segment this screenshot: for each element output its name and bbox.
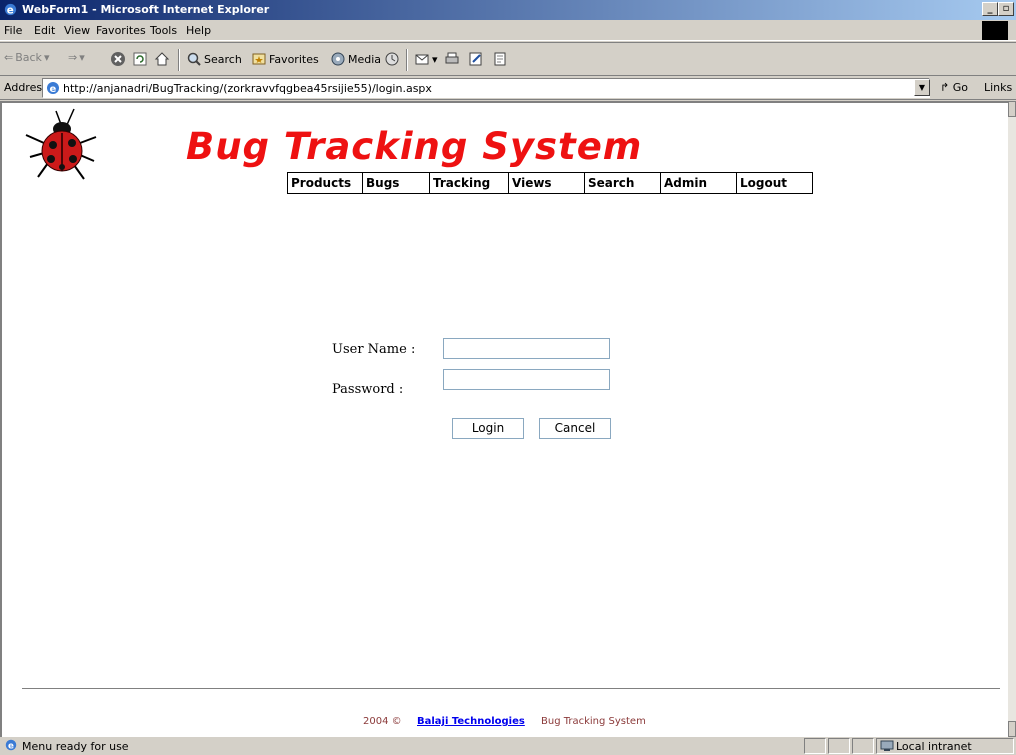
address-url: http://anjanadri/BugTracking/(zorkravvfq… bbox=[63, 82, 432, 95]
cancel-button[interactable]: Cancel bbox=[539, 418, 611, 439]
svg-text:e: e bbox=[7, 4, 14, 16]
media-button[interactable]: Media bbox=[330, 51, 381, 67]
menu-tools[interactable]: Tools bbox=[150, 24, 177, 37]
dropdown-arrow-icon: ▾ bbox=[79, 51, 85, 64]
go-button[interactable]: ↱ Go bbox=[940, 81, 968, 94]
intranet-icon bbox=[880, 740, 894, 751]
site-title: Bug Tracking System bbox=[186, 125, 643, 168]
window-title: WebForm1 - Microsoft Internet Explorer bbox=[22, 3, 270, 16]
windows-logo-icon bbox=[982, 21, 1008, 40]
password-label: Password : bbox=[332, 382, 404, 397]
password-input[interactable] bbox=[443, 369, 610, 390]
security-zone: Local intranet bbox=[896, 740, 972, 753]
menu-help[interactable]: Help bbox=[186, 24, 211, 37]
media-label: Media bbox=[348, 52, 382, 66]
refresh-icon bbox=[133, 52, 147, 66]
search-button[interactable]: Search bbox=[186, 51, 242, 67]
address-bar: Address e http://anjanadri/BugTracking/(… bbox=[0, 76, 1016, 100]
address-input[interactable]: e http://anjanadri/BugTracking/(zorkravv… bbox=[42, 78, 930, 98]
back-label: Back bbox=[15, 51, 42, 64]
favorites-button[interactable]: Favorites bbox=[251, 51, 319, 67]
minimize-button[interactable]: _ bbox=[982, 2, 998, 16]
print-button[interactable] bbox=[444, 51, 460, 67]
search-icon bbox=[187, 52, 201, 66]
maximize-button[interactable]: ▫ bbox=[998, 2, 1014, 16]
footer-divider bbox=[22, 688, 1000, 689]
toolbar: ⇐ Back ▾ ⇒ ▾ Search Favorites Media ▾ bbox=[0, 42, 1016, 76]
history-icon bbox=[385, 52, 399, 66]
login-button[interactable]: Login bbox=[452, 418, 524, 439]
footer-system-name: Bug Tracking System bbox=[541, 716, 646, 727]
status-message: Menu ready for use bbox=[22, 740, 129, 753]
page-icon: e bbox=[47, 82, 59, 95]
window-titlebar: e WebForm1 - Microsoft Internet Explorer… bbox=[0, 0, 1016, 20]
search-label: Search bbox=[204, 52, 242, 66]
mail-button[interactable]: ▾ bbox=[414, 51, 438, 67]
status-pane bbox=[804, 738, 826, 754]
links-button[interactable]: Links bbox=[984, 81, 1012, 94]
refresh-button[interactable] bbox=[132, 51, 148, 67]
nav-products[interactable]: Products bbox=[288, 173, 363, 193]
back-arrow-icon: ⇐ bbox=[4, 51, 14, 64]
discuss-button[interactable] bbox=[492, 51, 508, 67]
edit-button[interactable] bbox=[468, 51, 484, 67]
status-pane bbox=[828, 738, 850, 754]
nav-bugs[interactable]: Bugs bbox=[363, 173, 430, 193]
nav-tracking[interactable]: Tracking bbox=[430, 173, 509, 193]
username-label: User Name : bbox=[332, 342, 416, 357]
forward-button[interactable]: ⇒ ▾ bbox=[68, 51, 85, 64]
forward-arrow-icon: ⇒ bbox=[68, 51, 78, 64]
go-label: Go bbox=[952, 81, 968, 94]
favorites-icon bbox=[252, 53, 266, 65]
vertical-scrollbar[interactable] bbox=[1008, 101, 1016, 737]
footer-year: 2004 © bbox=[363, 716, 402, 727]
history-button[interactable] bbox=[384, 51, 400, 67]
discuss-icon bbox=[494, 52, 506, 66]
nav-logout[interactable]: Logout bbox=[737, 173, 812, 193]
username-input[interactable] bbox=[443, 338, 610, 359]
nav-admin[interactable]: Admin bbox=[661, 173, 737, 193]
svg-text:e: e bbox=[8, 742, 14, 752]
ie-icon: e bbox=[4, 3, 17, 16]
media-icon bbox=[331, 52, 345, 66]
svg-text:e: e bbox=[50, 84, 57, 95]
nav-search[interactable]: Search bbox=[585, 173, 661, 193]
back-button[interactable]: ⇐ Back ▾ bbox=[4, 51, 49, 64]
ie-status-icon: e bbox=[5, 739, 17, 752]
home-button[interactable] bbox=[154, 51, 170, 67]
scroll-up-icon[interactable] bbox=[1008, 101, 1016, 117]
mail-icon bbox=[415, 54, 429, 65]
stop-icon bbox=[111, 52, 125, 66]
menu-favorites[interactable]: Favorites bbox=[96, 24, 146, 37]
status-pane bbox=[852, 738, 874, 754]
print-icon bbox=[445, 52, 459, 64]
scroll-down-icon[interactable] bbox=[1008, 721, 1016, 737]
menu-bar: File Edit View Favorites Tools Help bbox=[0, 20, 1016, 41]
dropdown-arrow-icon: ▾ bbox=[432, 52, 438, 66]
nav-views[interactable]: Views bbox=[509, 173, 585, 193]
address-dropdown-button[interactable]: ▼ bbox=[914, 79, 930, 96]
home-icon bbox=[154, 52, 170, 66]
ladybug-icon bbox=[25, 108, 97, 180]
menu-view[interactable]: View bbox=[64, 24, 90, 37]
main-nav: Products Bugs Tracking Views Search Admi… bbox=[287, 172, 813, 194]
dropdown-arrow-icon: ▾ bbox=[43, 51, 50, 64]
company-link[interactable]: Balaji Technologies bbox=[417, 716, 525, 727]
page-viewport: Bug Tracking System Products Bugs Tracki… bbox=[0, 101, 1008, 737]
edit-icon bbox=[469, 52, 482, 66]
favorites-label: Favorites bbox=[269, 52, 319, 66]
menu-file[interactable]: File bbox=[4, 24, 22, 37]
stop-button[interactable] bbox=[110, 51, 126, 67]
go-arrow-icon: ↱ bbox=[940, 81, 950, 94]
status-bar: e Menu ready for use Local intranet bbox=[0, 737, 1016, 755]
menu-edit[interactable]: Edit bbox=[34, 24, 55, 37]
